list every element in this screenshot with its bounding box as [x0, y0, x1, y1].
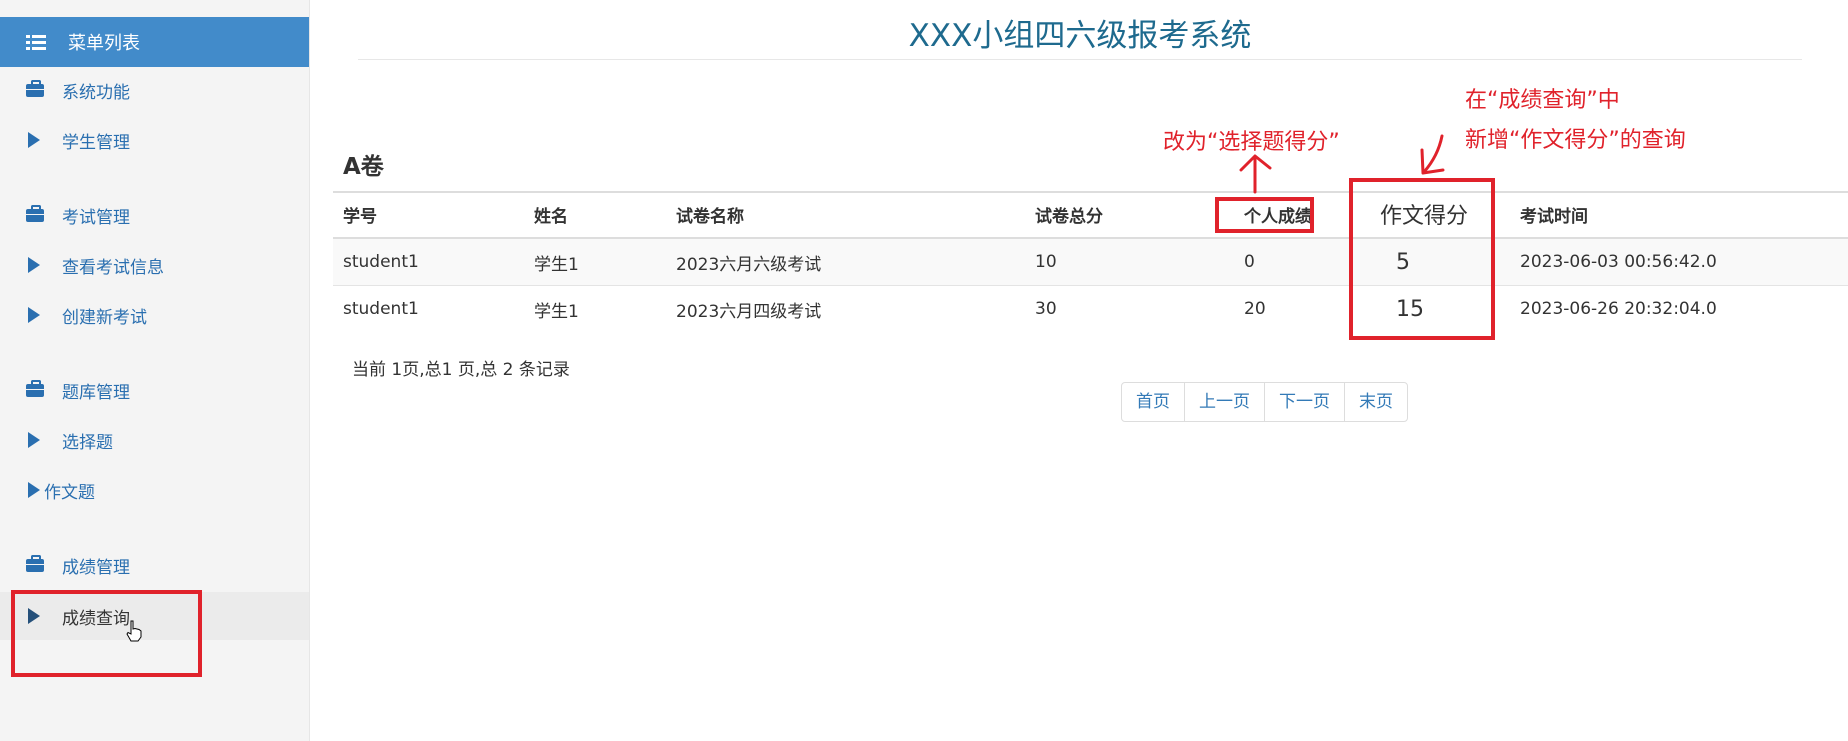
annotation-arrows: [1239, 134, 1445, 194]
down-left-arrow-icon: [1420, 134, 1445, 175]
up-arrow-icon: [1239, 154, 1272, 194]
